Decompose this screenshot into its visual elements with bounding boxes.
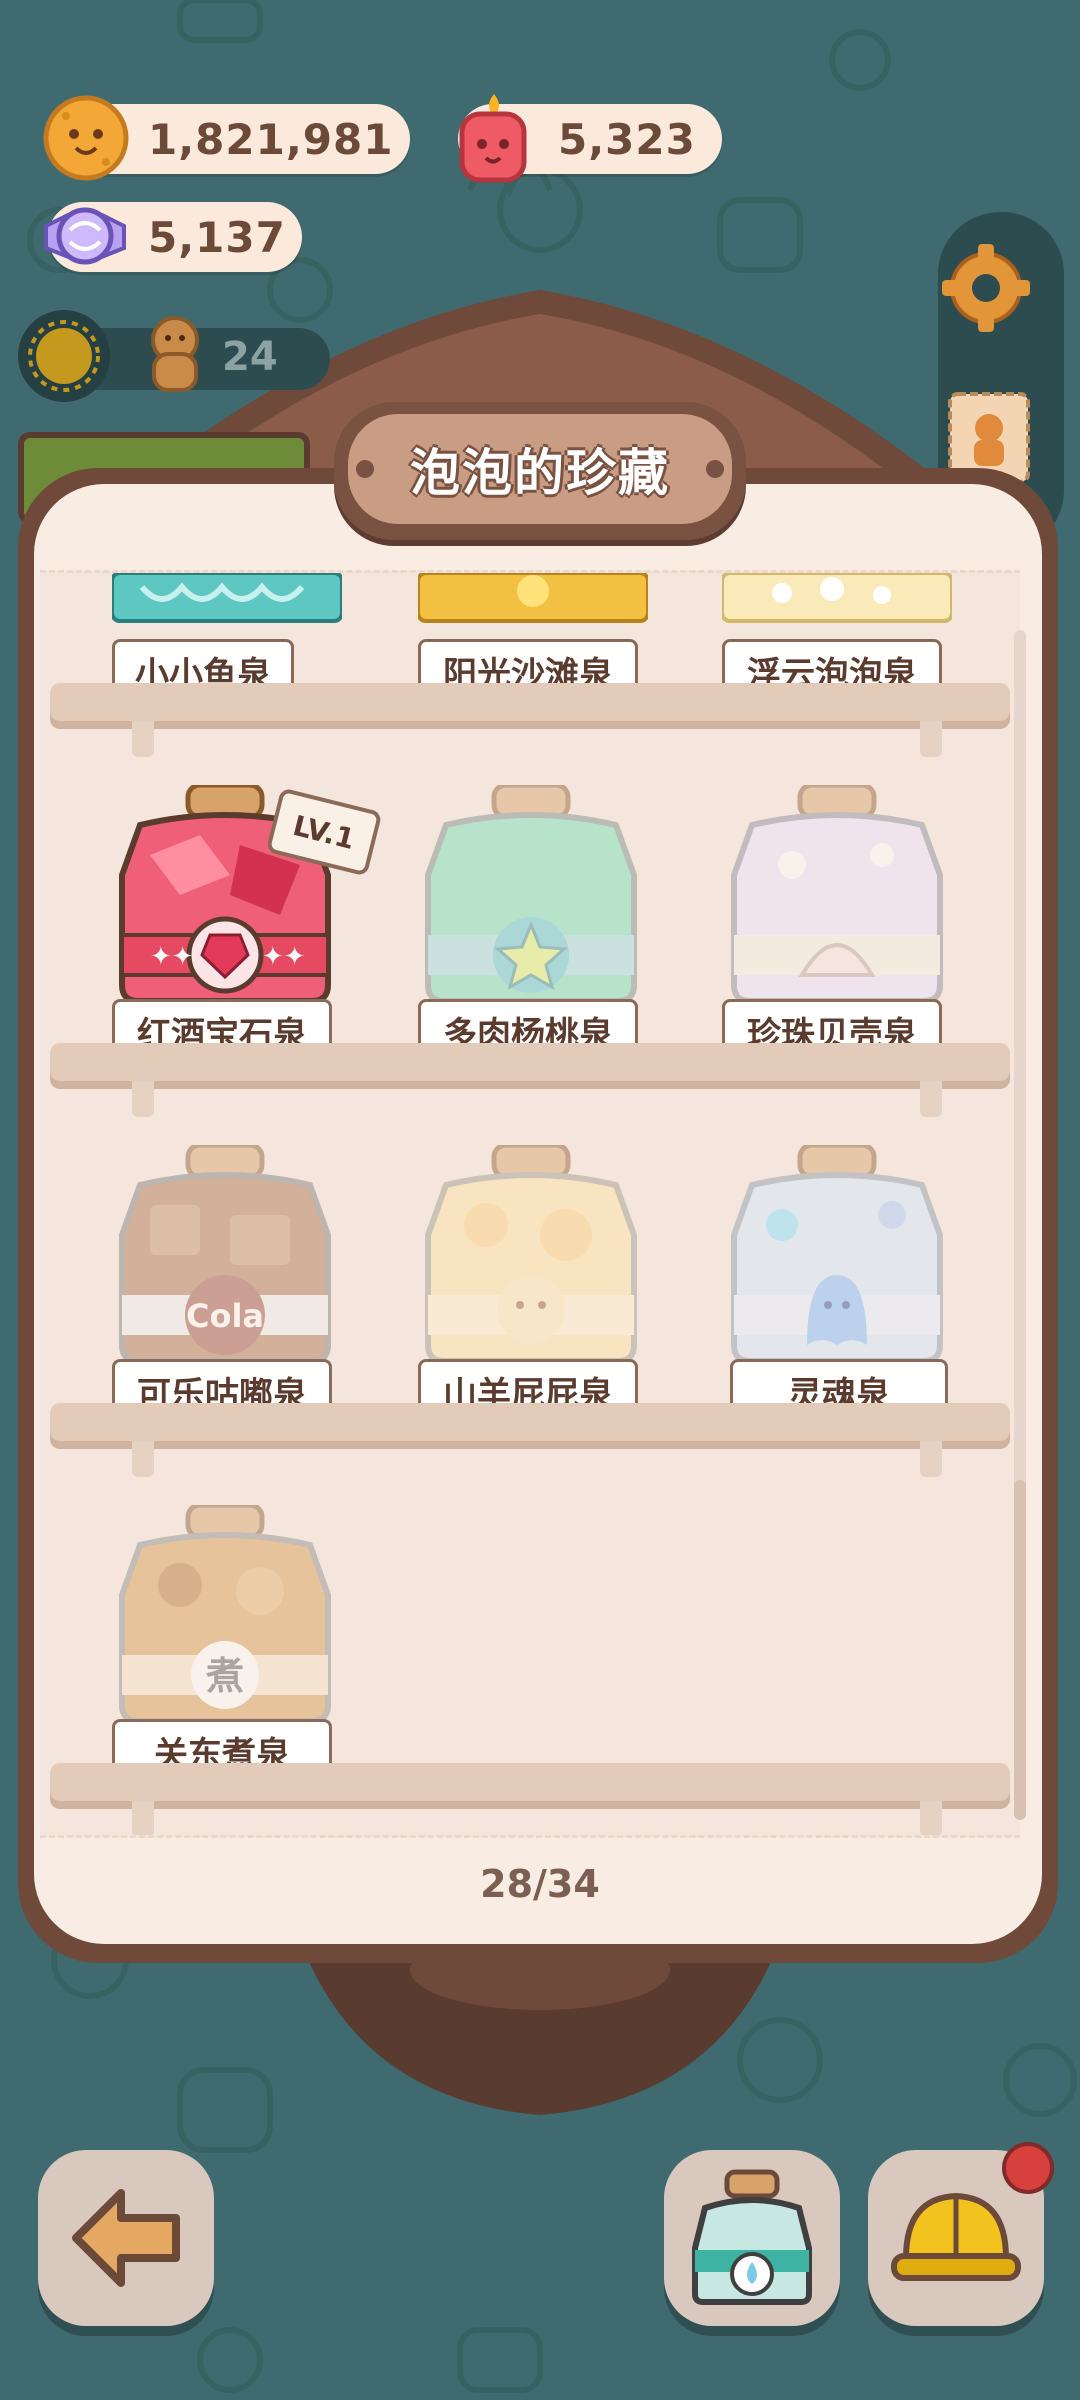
cola-jar-text: Cola	[186, 1297, 264, 1335]
house-base	[300, 1940, 780, 2115]
level-badge[interactable]	[18, 310, 110, 402]
candy-value: 5,137	[148, 212, 286, 262]
soul-fountain-jar[interactable]	[722, 1145, 952, 1375]
cola-fountain-jar[interactable]: Cola	[110, 1145, 340, 1375]
back-arrow-icon	[72, 2189, 180, 2287]
goat-fountain-jar[interactable]	[416, 1145, 646, 1375]
candle-icon	[459, 94, 527, 183]
shelf	[50, 1043, 1010, 1081]
svg-text:✦✦: ✦✦	[262, 942, 306, 972]
shelf-bracket	[132, 1801, 154, 1835]
shelf-bracket	[920, 721, 942, 757]
page-title: 泡泡的珍藏	[410, 444, 670, 502]
level-value: 24	[222, 334, 278, 380]
title-plaque: 泡泡的珍藏	[334, 402, 746, 540]
plaque-rivet	[356, 460, 374, 478]
fish-fountain-jar	[112, 573, 342, 623]
back-button[interactable]	[38, 2150, 214, 2326]
plaque-rivet	[706, 460, 724, 478]
sun-icon	[28, 320, 100, 392]
shelf-bracket	[132, 1441, 154, 1477]
shelf-bracket	[132, 721, 154, 757]
collection-counter: 28/34	[480, 1862, 600, 1906]
gear-icon[interactable]	[936, 238, 1036, 338]
candle-currency: 5,323	[458, 94, 722, 183]
oden-fountain-jar[interactable]: 煮	[110, 1505, 340, 1735]
candle-value: 5,323	[558, 114, 696, 164]
shelf	[50, 1403, 1010, 1441]
gingerbread-icon	[151, 316, 199, 392]
cookie-icon	[43, 95, 129, 181]
helmet-icon	[891, 2192, 1021, 2281]
shelf-bracket	[920, 1801, 942, 1835]
jar-icon	[692, 2169, 812, 2305]
shelf-bracket	[920, 1081, 942, 1117]
fountain-jar-button[interactable]	[664, 2150, 840, 2326]
shelf-area: 小小鱼泉 阳光沙滩泉 浮云泡泡泉 ✦✦ ✦✦ LV.1 红酒宝石泉 多肉杨桃泉 …	[40, 570, 1020, 1838]
shelf-bracket	[920, 1441, 942, 1477]
svg-text:✦✦: ✦✦	[150, 942, 194, 972]
shelf-bracket	[132, 1081, 154, 1117]
beach-fountain-jar	[418, 573, 648, 623]
cookie-currency: 1,821,981	[43, 95, 410, 181]
shelf	[50, 1763, 1010, 1801]
oden-jar-text: 煮	[205, 1654, 244, 1698]
cloud-fountain-jar	[722, 573, 952, 623]
notification-dot	[1002, 2142, 1054, 2194]
scrollbar-thumb[interactable]	[1014, 1480, 1026, 1820]
shelf	[50, 683, 1010, 721]
cookie-value: 1,821,981	[148, 114, 394, 164]
starfruit-fountain-jar[interactable]	[416, 785, 646, 1015]
candy-currency: 5,137	[44, 202, 302, 272]
pearl-shell-fountain-jar[interactable]	[722, 785, 952, 1015]
candy-icon	[44, 207, 126, 265]
